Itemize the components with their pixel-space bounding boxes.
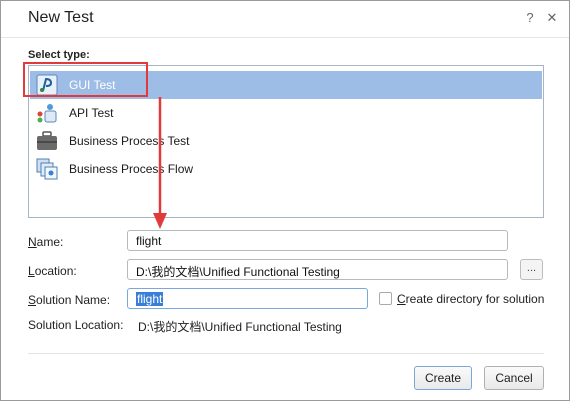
solution-location-value: D:\我的文档\Unified Functional Testing	[138, 320, 342, 334]
name-input[interactable]: flight	[127, 230, 508, 251]
annotation-arrow	[153, 97, 167, 229]
create-directory-checkbox[interactable]	[379, 292, 392, 305]
footer-divider	[28, 353, 544, 354]
location-input[interactable]: D:\我的文档\Unified Functional Testing	[127, 259, 508, 280]
new-test-dialog: New Test ? ✕ Select type: GUI Test API T…	[0, 0, 570, 401]
solution-name-input[interactable]: flight	[127, 288, 368, 309]
location-label: Location:	[28, 264, 77, 278]
solution-name-label: Solution Name:	[28, 293, 111, 307]
cancel-button[interactable]: Cancel	[484, 366, 544, 390]
name-label: Name:	[28, 235, 64, 249]
create-directory-label[interactable]: Create directory for solution	[397, 292, 544, 306]
create-button[interactable]: Create	[414, 366, 472, 390]
selected-text: flight	[136, 292, 164, 306]
solution-location-label: Solution Location:	[28, 318, 124, 332]
browse-button[interactable]: ...	[520, 259, 543, 280]
